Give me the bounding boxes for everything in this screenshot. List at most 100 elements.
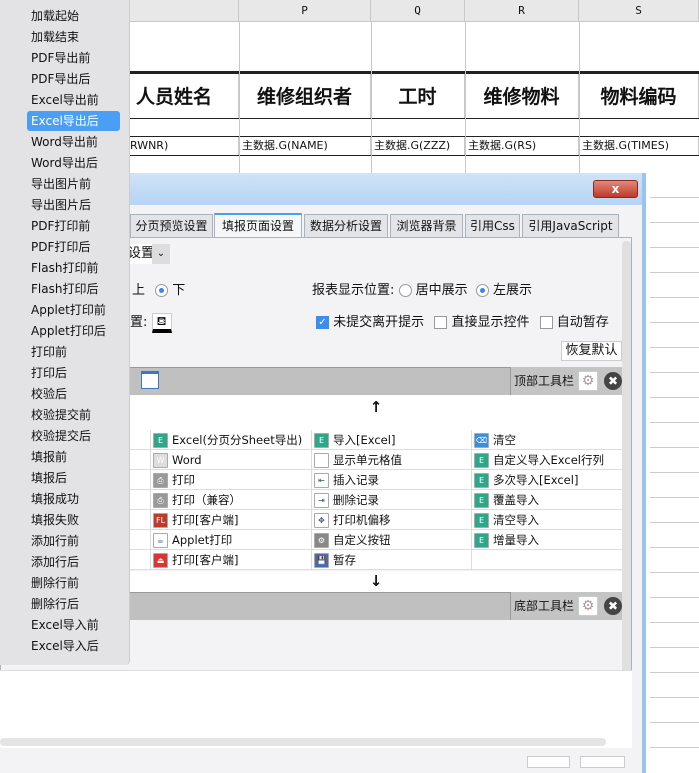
menu-item[interactable]: Excel导入前	[27, 615, 120, 635]
close-icon[interactable]: ✖	[604, 372, 622, 390]
radio-left[interactable]	[475, 284, 489, 297]
close-button[interactable]: x	[593, 180, 638, 198]
toolbar-button-option[interactable]: ⇥ 删除记录	[311, 490, 472, 510]
tab-fill-page[interactable]: 填报页面设置	[214, 213, 302, 238]
toolbar-button-option[interactable]: ☕ Applet打印	[150, 530, 311, 550]
cancel-button[interactable]	[580, 756, 625, 768]
menu-item[interactable]: PDF导出后	[27, 69, 120, 89]
column-header-p[interactable]: P	[239, 0, 371, 22]
menu-item[interactable]: 打印前	[27, 342, 120, 362]
toolbar-button-option[interactable]: ⎙ 打印（兼容）	[150, 490, 311, 510]
menu-item[interactable]: Flash打印后	[27, 279, 120, 299]
menu-item[interactable]: 填报前	[27, 447, 120, 467]
menu-item[interactable]: Applet打印前	[27, 300, 120, 320]
checkbox-show-label: 直接显示控件	[451, 315, 530, 330]
move-down-arrow[interactable]: ↓	[130, 571, 622, 592]
tab-data-analysis[interactable]: 数据分析设置	[304, 214, 388, 238]
background-label: 置:	[130, 315, 148, 330]
ok-button[interactable]	[527, 756, 570, 768]
menu-item[interactable]: 导出图片后	[27, 195, 120, 215]
checkbox-leave-prompt[interactable]: ✓	[316, 316, 329, 329]
header-cell[interactable]: 维修物料	[465, 74, 579, 118]
gear-icon[interactable]: ⚙	[578, 371, 598, 391]
tab-javascript[interactable]: 引用JavaScript	[522, 214, 619, 238]
radio-center[interactable]	[398, 284, 412, 297]
menu-item[interactable]: Excel导出后	[27, 111, 120, 131]
toolbar-button-option[interactable]: E 多次导入[Excel]	[471, 470, 622, 490]
horizontal-scrollbar[interactable]	[0, 738, 606, 746]
radio-down[interactable]	[155, 284, 169, 297]
background-setting: 置: ⛾	[130, 311, 172, 333]
toolbar-button-option[interactable]: ⇤ 插入记录	[311, 470, 472, 490]
close-icon[interactable]: ✖	[604, 597, 622, 615]
paint-bucket-icon[interactable]: ⛾	[151, 312, 172, 333]
col-line	[465, 22, 466, 173]
restore-default-button[interactable]: 恢复默认	[561, 341, 622, 361]
toolbar-button-option[interactable]: ⏏ 打印[客户端]	[150, 550, 311, 570]
menu-item[interactable]: PDF打印前	[27, 216, 120, 236]
menu-item[interactable]: 添加行前	[27, 531, 120, 551]
header-cell[interactable]: 维修组织者	[239, 74, 371, 118]
grid-row: FL 打印[客户端] ✥ 打印机偏移 E 清空导入	[130, 510, 622, 530]
radio-left-label: 左展示	[492, 283, 532, 298]
menu-item[interactable]: PDF导出前	[27, 48, 120, 68]
formula-cell[interactable]: 主数据.G(TIMES)	[579, 137, 699, 155]
menu-item[interactable]: Flash打印前	[27, 258, 120, 278]
menu-item[interactable]: Applet打印后	[27, 321, 120, 341]
formula-cell[interactable]: 主数据.G(ZZZ)	[371, 137, 465, 155]
toolbar-button-option[interactable]: FL 打印[客户端]	[150, 510, 311, 530]
tab-page-preview[interactable]: 分页预览设置	[130, 214, 213, 238]
toolbar-button-option[interactable]: E 覆盖导入	[471, 490, 622, 510]
menu-item[interactable]: 添加行后	[27, 552, 120, 572]
toolbar-button-label: 自定义导入Excel行列	[493, 453, 604, 467]
vertical-scrollbar[interactable]	[622, 241, 631, 681]
menu-item[interactable]: 校验提交后	[27, 426, 120, 446]
menu-item[interactable]: Word导出前	[27, 132, 120, 152]
menu-item[interactable]: 填报后	[27, 468, 120, 488]
menu-item[interactable]: 填报成功	[27, 489, 120, 509]
checkbox-autosave[interactable]	[539, 316, 553, 329]
toolbar-button-option[interactable]: ⎙ 打印	[150, 470, 311, 490]
delete-icon: ⇥	[314, 493, 329, 508]
toolbar-button-option[interactable]: E 导入[Excel]	[311, 430, 472, 450]
toolbar-button-label: 自定义按钮	[333, 533, 391, 547]
formula-cell[interactable]: 主数据.G(NAME)	[239, 137, 371, 155]
toolbar-button-option[interactable]: E Excel(分页分Sheet导出)	[150, 430, 311, 450]
menu-item[interactable]: 删除行前	[27, 573, 120, 593]
column-header-s[interactable]: S	[579, 0, 699, 22]
menu-item[interactable]: 填报失败	[27, 510, 120, 530]
toolbar-button-option[interactable]: ⌫ 清空	[471, 430, 622, 450]
menu-item[interactable]: 加载起始	[27, 6, 120, 26]
checkbox-show-widget[interactable]	[434, 316, 448, 329]
toolbar-button-option[interactable]: E 增量导入	[471, 530, 622, 550]
toolbar-button-option[interactable]: 💾 暂存	[311, 550, 472, 570]
toolbar-button-option[interactable]	[471, 550, 622, 570]
column-header-r[interactable]: R	[465, 0, 579, 22]
move-up-arrow[interactable]: ↑	[130, 395, 622, 430]
menu-item[interactable]: 导出图片前	[27, 174, 120, 194]
gear-icon[interactable]: ⚙	[578, 596, 598, 616]
header-cell[interactable]: 工时	[371, 74, 465, 118]
menu-item[interactable]: 校验提交前	[27, 405, 120, 425]
menu-item[interactable]: Excel导出前	[27, 90, 120, 110]
toolbar-button-option[interactable]: E 清空导入	[471, 510, 622, 530]
toolbar-button-option[interactable]: W Word	[150, 450, 311, 470]
tab-browser-bg[interactable]: 浏览器背景	[390, 214, 463, 238]
menu-item[interactable]: 打印后	[27, 363, 120, 383]
menu-item[interactable]: PDF打印后	[27, 237, 120, 257]
flash-icon: FL	[153, 513, 168, 528]
menu-item[interactable]: 删除行后	[27, 594, 120, 614]
menu-item[interactable]: Word导出后	[27, 153, 120, 173]
toolbar-position-dropdown[interactable]: 设置 ⌄	[128, 244, 170, 264]
toolbar-button-option[interactable]: 显示单元格值	[311, 450, 472, 470]
menu-item[interactable]: 校验后	[27, 384, 120, 404]
toolbar-button-option[interactable]: ⚙ 自定义按钮	[311, 530, 472, 550]
toolbar-button-option[interactable]: E 自定义导入Excel行列	[471, 450, 622, 470]
tab-css[interactable]: 引用Css	[465, 214, 520, 238]
menu-item[interactable]: 加载结束	[27, 27, 120, 47]
toolbar-button-option[interactable]: ✥ 打印机偏移	[311, 510, 472, 530]
menu-item[interactable]: Excel导入后	[27, 636, 120, 656]
formula-cell[interactable]: 主数据.G(RS)	[465, 137, 579, 155]
column-header-q[interactable]: Q	[371, 0, 465, 22]
header-cell[interactable]: 物料编码	[579, 74, 699, 118]
